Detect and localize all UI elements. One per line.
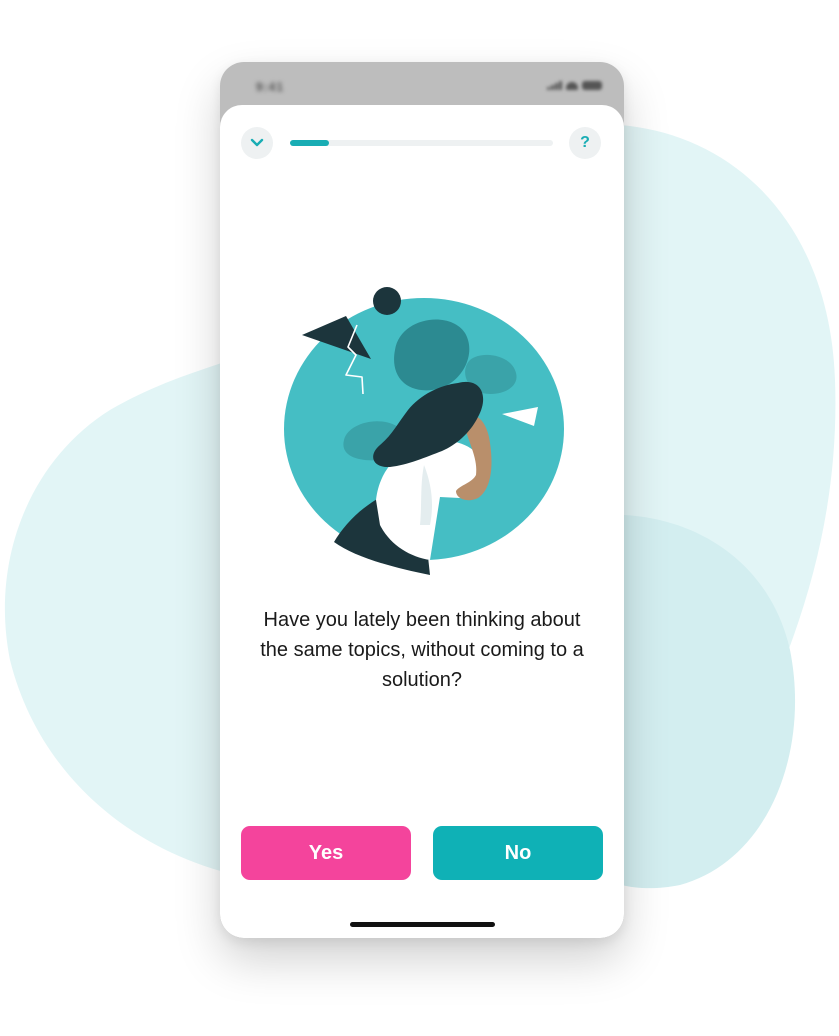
stressed-person-illustration [284, 287, 564, 575]
status-time: 9:41 [256, 80, 285, 94]
yes-button[interactable]: Yes [241, 826, 411, 880]
no-button[interactable]: No [433, 826, 603, 880]
question-text: Have you lately been thinking about the … [260, 609, 584, 691]
status-bar: 9:41 [220, 62, 624, 108]
status-icons [547, 81, 602, 90]
phone-frame: 9:41 ? Have you lately been thinking abo… [220, 62, 624, 938]
wifi-icon [566, 82, 578, 90]
screen: 9:41 ? Have you lately been thinking abo… [0, 0, 839, 1036]
battery-icon [582, 81, 602, 90]
signal-icon [547, 81, 562, 90]
question-sheet: ? Have you lately been thinking about th… [220, 105, 624, 938]
home-indicator[interactable] [350, 922, 495, 927]
